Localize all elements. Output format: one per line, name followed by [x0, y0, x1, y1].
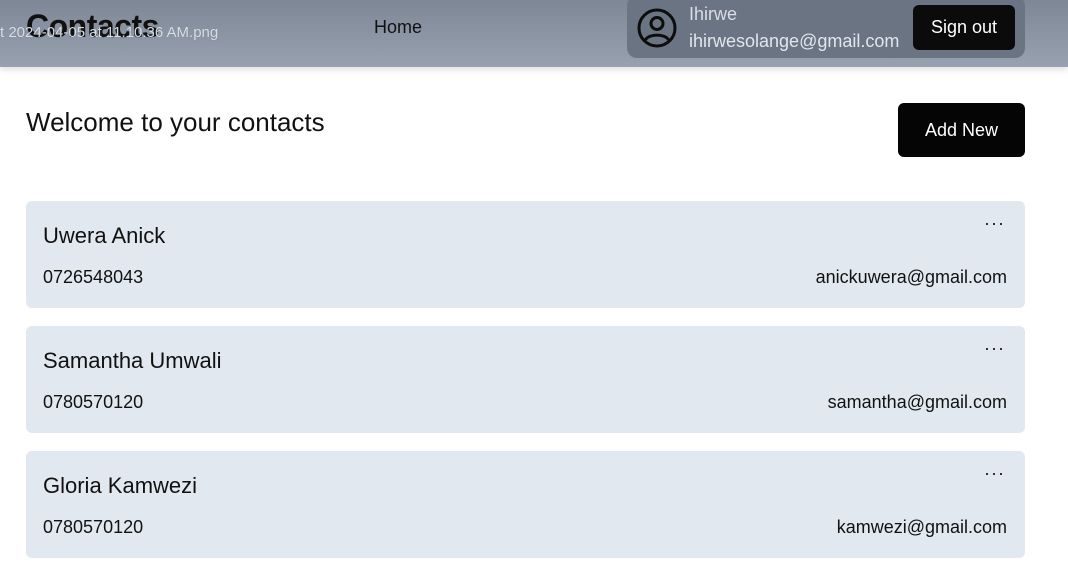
contact-card[interactable]: Uwera Anick ··· 0726548043 anickuwera@gm…	[26, 201, 1025, 308]
nav-link-home[interactable]: Home	[374, 17, 422, 38]
contact-email: samantha@gmail.com	[827, 392, 1007, 412]
page-title: Welcome to your contacts	[26, 107, 325, 137]
top-navbar: Contacts t 2024-04-05 at 11.10.36 AM.png…	[0, 0, 1068, 67]
contact-email: kamwezi@gmail.com	[836, 517, 1007, 537]
contact-name: Samantha Umwali	[43, 348, 222, 373]
user-email: ihirwesolange@gmail.com	[689, 31, 900, 51]
add-new-button[interactable]: Add New	[898, 103, 1025, 157]
more-options-icon[interactable]: ···	[984, 463, 1005, 484]
user-circle-icon	[637, 8, 677, 48]
contact-phone: 0780570120	[43, 517, 144, 537]
more-options-icon[interactable]: ···	[984, 213, 1005, 234]
user-name: Ihirwe	[689, 4, 738, 24]
contact-phone: 0780570120	[43, 392, 144, 412]
contact-email: anickuwera@gmail.com	[815, 267, 1007, 287]
contact-list: Uwera Anick ··· 0726548043 anickuwera@gm…	[26, 201, 1025, 576]
sign-out-button[interactable]: Sign out	[913, 5, 1015, 50]
contact-name: Uwera Anick	[43, 223, 166, 248]
screenshot-filename-overlay: t 2024-04-05 at 11.10.36 AM.png	[0, 24, 219, 41]
contact-card[interactable]: Gloria Kamwezi ··· 0780570120 kamwezi@gm…	[26, 451, 1025, 558]
contact-phone: 0726548043	[43, 267, 144, 287]
more-options-icon[interactable]: ···	[984, 338, 1005, 359]
contact-card[interactable]: Samantha Umwali ··· 0780570120 samantha@…	[26, 326, 1025, 433]
contact-name: Gloria Kamwezi	[43, 473, 198, 498]
user-panel: Ihirwe ihirwesolange@gmail.com Sign out	[627, 0, 1025, 58]
